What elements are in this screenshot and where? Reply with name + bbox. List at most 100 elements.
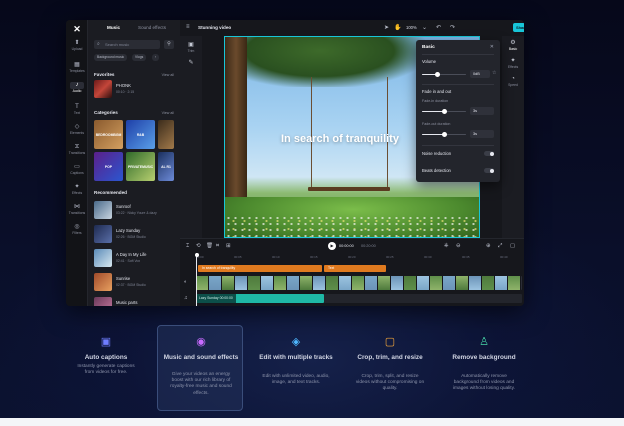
timeline: ⌶ ⟲ 🗑 ⌗ ⊞ ▶ 00:00:00 00:20:00 ⎈ ⊖ ⊕ ⤢ ▢ … — [180, 238, 524, 306]
export-button[interactable]: Share — [513, 23, 524, 32]
fade-out-value[interactable]: 3s — [470, 130, 494, 138]
category-tile[interactable]: POP — [94, 152, 123, 181]
tab-sound-effects[interactable]: Sound effects — [138, 25, 166, 30]
fade-out-slider[interactable] — [422, 132, 466, 138]
ruler-tick: 00:10 — [272, 255, 280, 259]
category-tile[interactable]: PRIVATEMUSIC — [126, 152, 155, 181]
fade-label: Fade in and out — [422, 89, 452, 94]
rail-item-captions[interactable]: ▭ Captions — [66, 164, 88, 175]
text-clip[interactable]: Text — [324, 265, 386, 272]
text-clip[interactable]: In search of tranquility — [198, 265, 322, 272]
video-frame — [313, 276, 326, 290]
ruler-tick: 00:15 — [310, 255, 318, 259]
video-frame — [495, 276, 508, 290]
category-tile[interactable]: BEDROOMBGM — [94, 120, 123, 149]
fade-out-knob[interactable] — [441, 132, 447, 138]
rail-item-templates[interactable]: ▦ Templates — [66, 62, 88, 73]
undo-split-icon[interactable]: ⟲ — [196, 243, 201, 249]
categories-view-all[interactable]: View all — [162, 111, 174, 115]
play-button[interactable]: ▶ — [328, 242, 336, 250]
cursor-icon[interactable]: ➤ — [384, 24, 389, 31]
filter-button[interactable]: ⚲ — [164, 40, 174, 49]
transitions-icon: ⧖ — [74, 144, 80, 150]
feature-auto-captions[interactable]: ▣ Auto captions Instantly generate capti… — [66, 328, 146, 408]
search-input[interactable]: ⌕ Search music — [94, 40, 160, 49]
rail-item-transitions-2[interactable]: ⋈ Transitions — [66, 204, 88, 215]
fade-in-knob[interactable] — [441, 109, 447, 115]
right-rail: ⚙ Basic ✦ Effects ◔ Speed — [502, 36, 524, 238]
redo-icon[interactable]: ↷ — [450, 24, 455, 31]
category-tile[interactable]: AL R1 — [158, 152, 174, 181]
zoom-out-icon[interactable]: ⊖ — [456, 243, 461, 249]
fit-icon[interactable]: ⤢ — [498, 243, 502, 250]
chevron-down-icon[interactable]: ⌄ — [422, 24, 427, 31]
rail-item-upload[interactable]: ⬆ Upload — [66, 40, 88, 51]
rail-item-effects-right[interactable]: ✦ Effects — [502, 58, 524, 69]
video-frame — [261, 276, 274, 290]
project-name[interactable]: Stunning video — [198, 25, 231, 30]
trim-icon: ▣ — [188, 42, 194, 48]
recommended-title: Recommended — [94, 190, 127, 195]
chip-vlogs[interactable]: Vlogs — [132, 54, 147, 61]
rail-item-basic[interactable]: ⚙ Basic — [502, 40, 524, 51]
split-icon[interactable]: ⌶ — [186, 243, 189, 250]
undo-icon[interactable]: ↶ — [436, 24, 441, 31]
feature-multiple-tracks[interactable]: ◈ Edit with multiple tracks Edit with un… — [256, 328, 336, 408]
recommended-thumbnail[interactable] — [94, 249, 112, 267]
rail-item-speed[interactable]: ◔ Speed — [502, 76, 524, 87]
fade-in-slider[interactable] — [422, 109, 466, 115]
rail-item-effects[interactable]: ✦ Effects — [66, 184, 88, 195]
playhead[interactable] — [194, 253, 199, 306]
hand-icon[interactable]: ✋ — [394, 24, 401, 31]
video-frame — [248, 276, 261, 290]
categories-title: Categories — [94, 110, 118, 115]
audio-clip[interactable]: Lazy Sunday 00:00:00 — [196, 294, 324, 303]
rail-item-transitions[interactable]: ⧖ Transitions — [66, 144, 88, 155]
category-tile[interactable]: R&B — [126, 120, 155, 149]
favorite-thumbnail[interactable] — [94, 80, 112, 98]
crop-tool-icon[interactable]: ⌗ — [216, 243, 219, 250]
star-icon[interactable]: ☆ — [492, 70, 496, 76]
timeline-ruler: 00:00 00:05 00:10 00:15 00:20 00:25 00:30 00:35… — [196, 255, 522, 261]
menu-icon[interactable]: ≡ — [186, 24, 190, 30]
beats-detection-toggle[interactable] — [484, 168, 494, 173]
favorites-view-all[interactable]: View all — [162, 73, 174, 77]
noise-reduction-label: Noise reduction — [422, 151, 452, 156]
video-frame — [326, 276, 339, 290]
volume-value[interactable]: 0dB — [470, 70, 490, 78]
recommended-thumbnail[interactable] — [94, 297, 112, 306]
delete-icon[interactable]: 🗑 — [206, 243, 213, 249]
feature-remove-background[interactable]: ♙ Remove background Automatically remove… — [444, 328, 524, 408]
noise-reduction-toggle[interactable] — [484, 151, 494, 156]
rail-item-elements[interactable]: ◇ Elements — [66, 124, 88, 135]
recommended-thumbnail[interactable] — [94, 201, 112, 219]
comment-icon[interactable]: ▢ — [510, 243, 515, 249]
divider — [422, 145, 494, 146]
tool-edit[interactable]: ✎ — [180, 60, 202, 67]
rail-item-audio[interactable]: ♪ Audio — [66, 82, 88, 93]
feature-music-sound-effects[interactable]: ◉ Music and sound effects Give your vide… — [157, 325, 243, 411]
feature-crop-trim-resize[interactable]: ▢ Crop, trim, and resize Crop, trim, spl… — [350, 328, 430, 408]
settings-icon[interactable]: ⊞ — [226, 243, 231, 249]
fade-in-value[interactable]: 3s — [470, 107, 494, 115]
video-track[interactable] — [196, 276, 522, 290]
volume-slider[interactable] — [422, 72, 466, 78]
volume-knob[interactable] — [434, 72, 440, 78]
category-tile[interactable] — [158, 120, 174, 149]
close-icon[interactable]: ✕ — [490, 44, 494, 50]
tab-music[interactable]: Music — [107, 25, 120, 30]
tool-trim[interactable]: ▣ Trim — [180, 42, 202, 53]
recommended-thumbnail[interactable] — [94, 225, 112, 243]
rail-item-text[interactable]: T Text — [66, 104, 88, 115]
basic-panel-title: Basic — [422, 45, 435, 50]
chip-background-music[interactable]: Background music — [94, 54, 128, 61]
feature-title: Remove background — [452, 354, 516, 361]
zoom-level[interactable]: 100% — [406, 25, 417, 30]
recommended-thumbnail[interactable] — [94, 273, 112, 291]
chip-more[interactable]: › — [152, 54, 160, 61]
zoom-in-icon[interactable]: ⊕ — [486, 243, 491, 249]
recommended-title-text: Music parts — [116, 300, 138, 305]
rail-item-filters[interactable]: ◎ Filters — [66, 224, 88, 235]
flowers — [225, 215, 479, 237]
mic-icon[interactable]: ⎈ — [444, 243, 448, 250]
